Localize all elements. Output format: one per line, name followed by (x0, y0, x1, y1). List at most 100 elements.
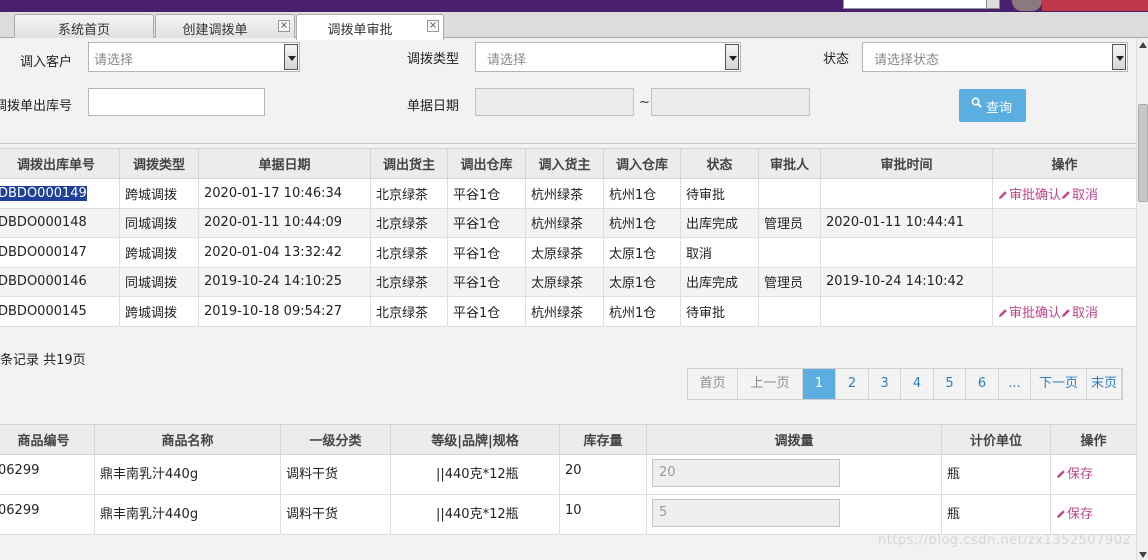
cancel-link[interactable]: 取消 (1061, 306, 1098, 321)
cell-spec: ||440克*12瓶 (390, 494, 560, 535)
column-header[interactable]: 库存量 (559, 424, 647, 455)
status-select[interactable]: 请选择状态 (862, 42, 1128, 72)
column-header[interactable]: 调拨出库单号 (0, 148, 120, 179)
approve-link[interactable]: 审批确认 (998, 188, 1061, 203)
cell-status: 待审批 (680, 178, 759, 209)
first-page-button[interactable]: 首页 (688, 369, 738, 399)
date-end-input[interactable] (651, 88, 810, 116)
page-button[interactable]: 2 (836, 369, 869, 399)
column-header[interactable]: 调拨类型 (119, 148, 199, 179)
column-header[interactable]: 计价单位 (941, 424, 1051, 455)
cell-stock: 20 (559, 454, 647, 495)
next-page-button[interactable]: 下一页 (1031, 369, 1087, 399)
cell-text: 瓶 (947, 467, 961, 482)
cell-name: 鼎丰南乳汁440g (94, 494, 281, 535)
tab-transfer-approval[interactable]: 调拨单审批 × (296, 14, 444, 40)
page-button[interactable]: 1 (803, 369, 836, 399)
cell-type: 跨城调拨 (119, 178, 199, 209)
order-no-input[interactable] (88, 88, 265, 116)
approve-label: 审批确认 (1009, 305, 1062, 321)
cell-category: 调料干货 (280, 454, 391, 495)
cell-date: 2020-01-11 10:44:09 (198, 207, 371, 238)
close-icon[interactable]: × (427, 20, 439, 32)
table-row[interactable]: DBDO000145 跨城调拨 2019-10-18 09:54:27 北京绿茶 平谷1… (0, 296, 1137, 327)
cell-actions (992, 237, 1137, 268)
page-button[interactable]: 3 (869, 369, 901, 399)
cell-date: 2019-10-24 14:10:25 (198, 266, 371, 297)
column-header[interactable]: 等级|品牌|规格 (390, 424, 560, 455)
cell-name: 鼎丰南乳汁440g (94, 454, 281, 495)
date-start-input[interactable] (475, 88, 634, 116)
prev-page-button[interactable]: 上一页 (738, 369, 803, 399)
scroll-up-icon[interactable] (1139, 42, 1147, 48)
chevron-down-icon[interactable] (725, 44, 739, 70)
cell-text: 杭州绿茶 (531, 217, 584, 233)
cell-text: 北京绿茶 (376, 276, 429, 292)
column-header[interactable]: 状态 (680, 148, 759, 179)
cell-text: 10 (565, 503, 582, 518)
scroll-down-icon[interactable] (1139, 552, 1147, 558)
cell-actions: 审批确认 取消 (992, 296, 1137, 327)
cell-approve-time (820, 237, 993, 268)
tab-home[interactable]: 系统首页 (14, 14, 154, 38)
cell-actions (992, 207, 1137, 238)
goods-header-row: 商品编号 商品名称 一级分类 等级|品牌|规格 库存量 调拨量 计价单位 操作 (0, 424, 1137, 455)
customer-select[interactable]: 请选择 (88, 42, 300, 72)
close-icon[interactable]: × (278, 20, 290, 32)
chevron-down-icon[interactable] (284, 44, 298, 70)
column-header[interactable]: 调入仓库 (603, 148, 681, 179)
cell-text: 取消 (686, 246, 713, 262)
cell-text: ||440克*12瓶 (436, 467, 519, 482)
transfer-qty-input[interactable]: 5 (652, 499, 840, 527)
query-button[interactable]: 查询 (959, 89, 1026, 122)
vertical-scrollbar[interactable] (1136, 38, 1148, 560)
table-row[interactable]: DBDO000147 跨城调拨 2020-01-04 13:32:42 北京绿茶 平谷1… (0, 237, 1137, 268)
cancel-link[interactable]: 取消 (1061, 188, 1098, 203)
column-header[interactable]: 一级分类 (280, 424, 391, 455)
cell-approver (758, 237, 821, 268)
table-row[interactable]: DBDO000146 同城调拨 2019-10-24 14:10:25 北京绿茶 平谷1… (0, 266, 1137, 297)
cell-text: 2020-01-04 13:32:42 (204, 244, 343, 260)
last-page-button[interactable]: 末页 (1087, 369, 1122, 399)
column-header[interactable]: 调出仓库 (447, 148, 526, 179)
cell-text: 跨城调拨 (125, 246, 178, 262)
cell-text: 瓶 (947, 507, 961, 522)
column-header[interactable]: 调入货主 (525, 148, 604, 179)
cell-status: 出库完成 (680, 207, 759, 238)
cell-text: 出库完成 (686, 276, 739, 292)
table-row[interactable]: DBDO000148 同城调拨 2020-01-11 10:44:09 北京绿茶 平谷1… (0, 207, 1137, 238)
page-button[interactable]: 6 (966, 369, 999, 399)
table-row[interactable]: DBDO000149 跨城调拨 2020-01-17 10:46:34 北京绿茶 平谷1… (0, 178, 1137, 209)
tab-label: 调拨单审批 (327, 23, 393, 38)
cell-approve-time: 2019-10-24 14:10:42 (820, 266, 993, 297)
cell-code: 06299 (0, 494, 95, 535)
page-button[interactable]: 4 (901, 369, 934, 399)
transfer-qty-input[interactable]: 20 (652, 459, 840, 487)
column-header[interactable]: 调拨量 (646, 424, 942, 455)
top-search-box[interactable] (843, 0, 1000, 9)
column-header[interactable]: 操作 (1050, 424, 1137, 455)
column-header[interactable]: 审批时间 (820, 148, 993, 179)
cell-out-owner: 北京绿茶 (370, 237, 448, 268)
save-link[interactable]: 保存 (1056, 467, 1093, 482)
approve-link[interactable]: 审批确认 (998, 306, 1061, 321)
cell-actions: 保存 (1050, 494, 1137, 535)
chevron-down-icon[interactable] (1112, 44, 1126, 70)
cell-approve-time: 2020-01-11 10:44:41 (820, 207, 993, 238)
column-header[interactable]: 单据日期 (198, 148, 371, 179)
column-header[interactable]: 调出货主 (370, 148, 448, 179)
column-header[interactable]: 操作 (992, 148, 1137, 179)
cell-text: DBDO000145 (0, 303, 87, 319)
column-header[interactable]: 审批人 (758, 148, 821, 179)
column-header[interactable]: 商品名称 (94, 424, 281, 455)
top-search-button[interactable] (986, 0, 1000, 9)
user-badge[interactable] (1042, 0, 1148, 11)
page-button[interactable]: 5 (934, 369, 966, 399)
column-header[interactable]: 商品编号 (0, 424, 95, 455)
save-link[interactable]: 保存 (1056, 507, 1093, 522)
scrollbar-thumb[interactable] (1138, 104, 1148, 202)
status-placeholder: 请选择状态 (874, 53, 940, 68)
tab-create-transfer[interactable]: 创建调拨单 × (155, 14, 295, 38)
cell-in-owner: 杭州绿茶 (525, 207, 604, 238)
type-select[interactable]: 请选择 (475, 42, 741, 72)
